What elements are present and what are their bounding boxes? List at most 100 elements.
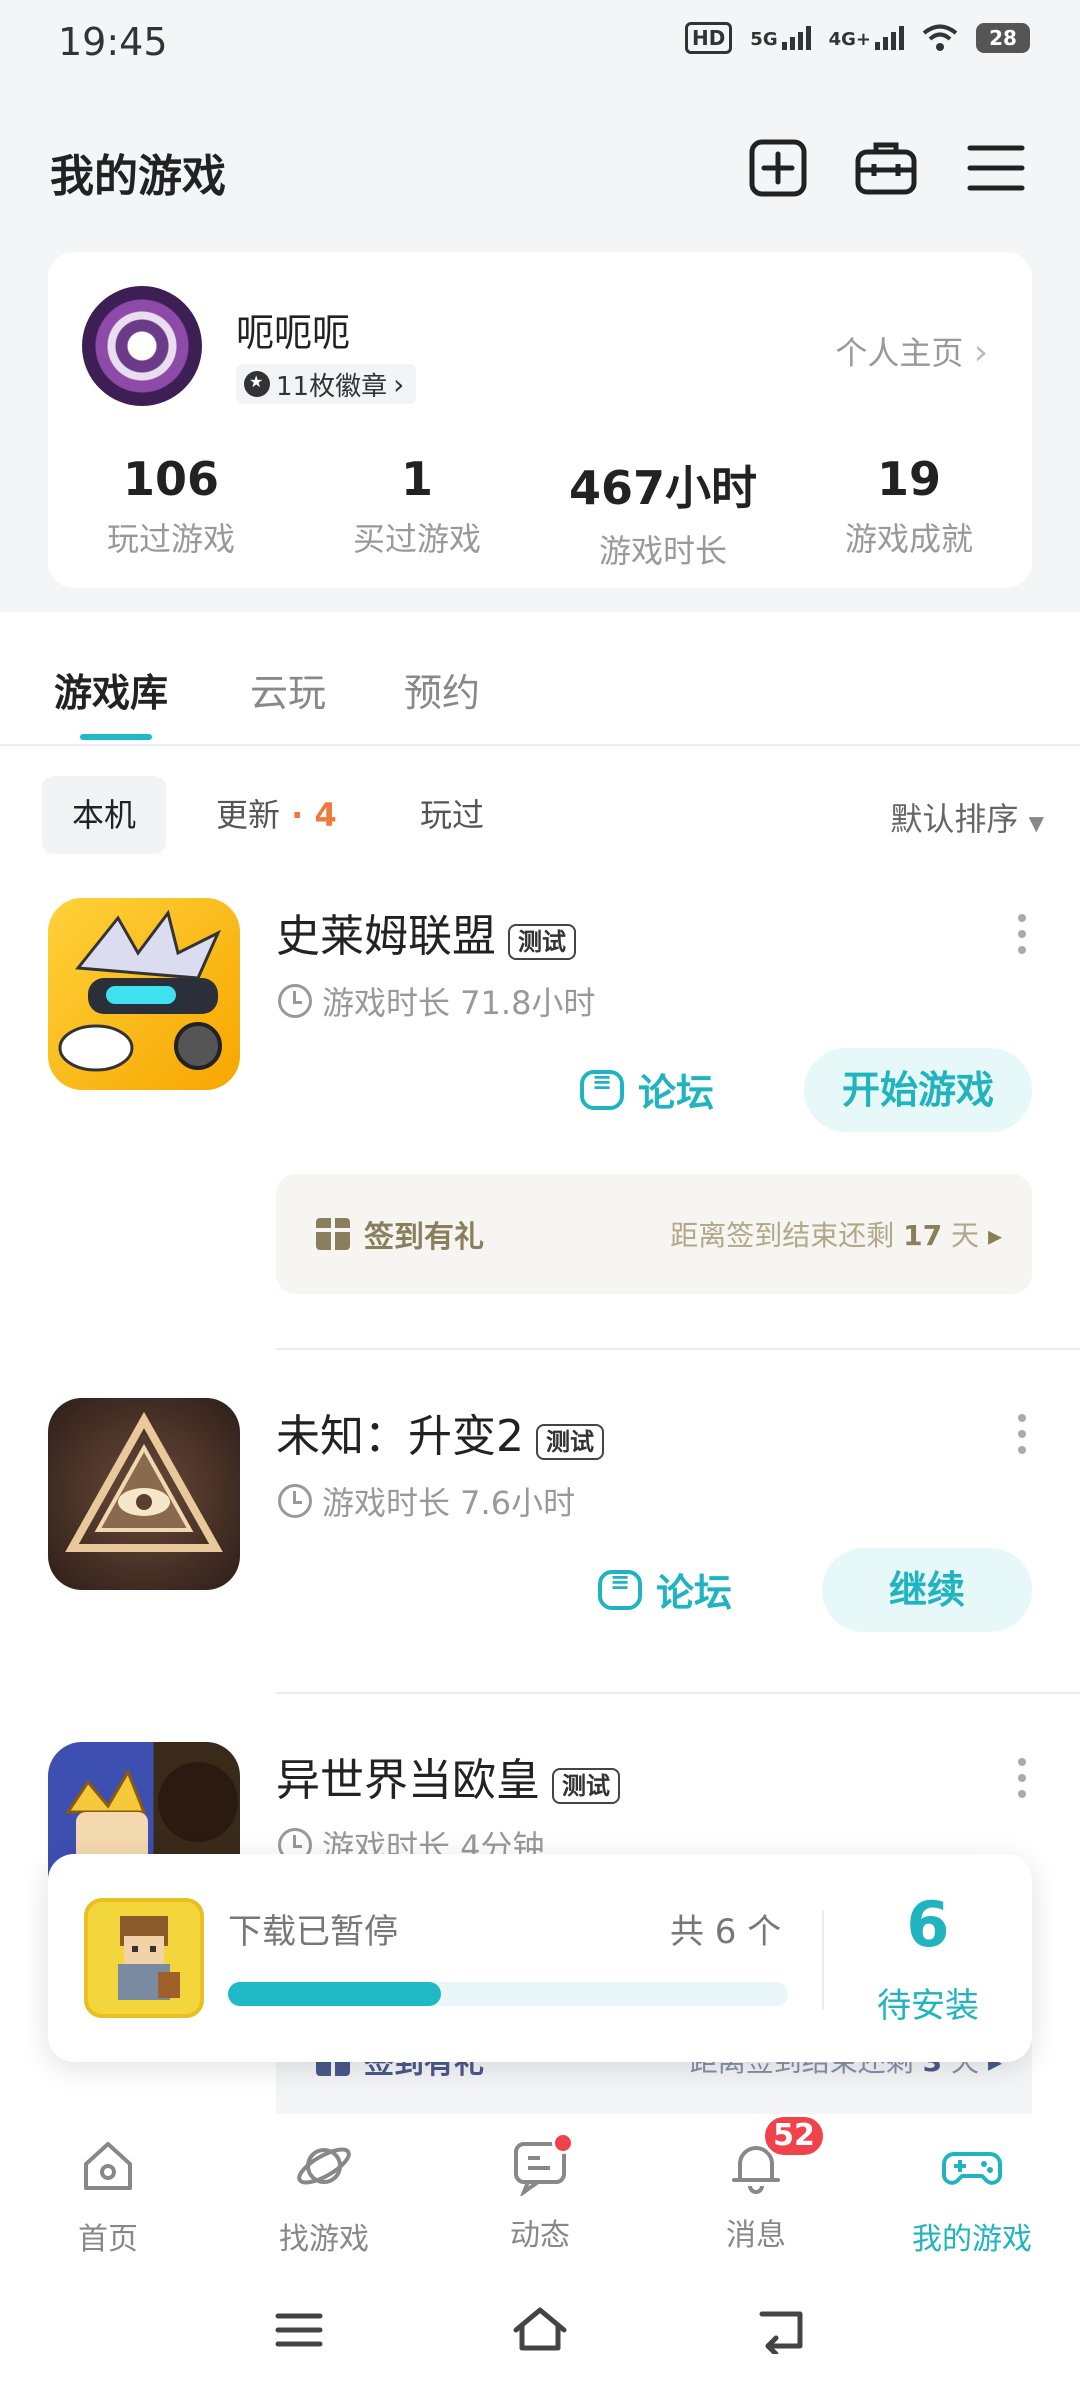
stat-played[interactable]: 106 玩过游戏 [48,452,294,560]
game-name: 异世界当欧皇 [276,1755,540,1806]
game-icon-unknown-2[interactable] [48,1398,240,1590]
divider [276,1348,1080,1350]
playtime-text: 游戏时长 71.8小时 [322,984,596,1022]
more-options-icon[interactable] [1017,1758,1027,1798]
hd-icon: HD [684,22,733,54]
nav-label: 首页 [78,2222,138,2257]
add-square-icon[interactable] [746,136,810,200]
pending-install-label[interactable]: 待安装 [828,1978,1028,2027]
stat-label: 游戏成就 [844,520,973,558]
recent-apps-icon[interactable] [274,2310,324,2350]
start-game-button[interactable]: 开始游戏 [804,1048,1032,1132]
medal-icon [244,371,270,397]
download-progress-track [228,1982,788,2006]
nav-messages[interactable]: 52 消息 [648,2114,864,2254]
game-title[interactable]: 未知：升变2 测试 [276,1400,604,1464]
avatar[interactable] [82,286,202,406]
username: 呃呃呃 [236,311,351,355]
main-tabs: 游戏库 云玩 预约 [0,612,1080,746]
clock-icon [278,984,312,1018]
stat-bought[interactable]: 1 买过游戏 [294,452,540,560]
test-tag: 测试 [536,1423,604,1460]
tab-game-library[interactable]: 游戏库 [54,662,168,717]
triangle-right-icon: ▸ [987,1219,1002,1252]
forum-label: 论坛 [638,1071,715,1115]
homepage-link[interactable]: 个人主页 › [835,328,988,374]
gift-icon [316,1218,350,1250]
game-icon-slime-league[interactable] [48,898,240,1090]
battery-icon: 28 [976,23,1030,53]
test-tag: 测试 [508,923,576,960]
gift-countdown: 距离签到结束还剩 17 天 ▸ [670,1214,1002,1254]
nav-my-games[interactable]: 我的游戏 [864,2136,1080,2258]
continue-button[interactable]: 继续 [822,1548,1032,1632]
tab-indicator [80,734,152,740]
home-nav-icon[interactable] [510,2304,570,2354]
game-art [58,909,222,1072]
wifi-icon [922,24,958,51]
badges-chip[interactable]: 11枚徽章 › [236,364,417,404]
game-title[interactable]: 史莱姆联盟 测试 [276,900,576,964]
download-progress-fill [228,1982,441,2006]
download-count: 共 6 个 [670,1912,782,1952]
tab-cloud-play[interactable]: 云玩 [250,662,326,717]
forum-icon [598,1568,642,1610]
checkin-gift-bar[interactable]: 签到有礼 距离签到结束还剩 17 天 ▸ [276,1174,1032,1294]
nav-activity[interactable]: 动态 [432,2132,648,2254]
stat-label: 买过游戏 [352,520,481,558]
nav-label: 消息 [726,2218,786,2253]
stat-label: 玩过游戏 [106,520,235,558]
stat-value: 1 [400,452,433,506]
forum-label: 论坛 [656,1571,733,1615]
network-5g-icon: 5G [750,26,811,50]
chevron-right-icon: › [393,367,405,401]
sort-label: 默认排序 [890,800,1019,838]
tab-reservations[interactable]: 预约 [404,662,480,717]
more-options-icon[interactable] [1017,914,1027,954]
caret-down-icon: ▼ [1028,811,1044,835]
stat-playtime[interactable]: 467小时 游戏时长 [540,452,786,572]
filter-updates[interactable]: 更新 · 4 [186,776,367,854]
stat-value: 106 [122,452,220,506]
chevron-right-icon: › [973,332,988,373]
dot-separator: · [280,796,315,834]
countdown-prefix: 距离签到结束还剩 [670,1219,895,1252]
stat-achievements[interactable]: 19 游戏成就 [786,452,1032,560]
nav-label: 我的游戏 [912,2222,1032,2257]
game-title[interactable]: 异世界当欧皇 测试 [276,1744,620,1808]
filter-local[interactable]: 本机 [42,776,167,854]
download-card[interactable]: 下载已暂停 共 6 个 6 待安装 [48,1854,1032,2062]
stat-label: 游戏时长 [598,532,727,570]
forum-button[interactable]: 论坛 [580,1062,714,1117]
gift-label: 签到有礼 [364,1220,484,1255]
updates-count: 4 [314,796,337,834]
nav-find-games[interactable]: 找游戏 [216,2136,432,2258]
sort-dropdown[interactable]: 默认排序 ▼ [890,794,1044,840]
homepage-link-label: 个人主页 [835,334,964,372]
status-bar: 19:45 HD 5G 4G+ 28 [0,0,1080,84]
divider [276,1692,1080,1694]
toolbox-icon[interactable] [854,136,918,200]
playtime: 游戏时长 7.6小时 [278,1478,575,1524]
back-icon[interactable] [754,2306,806,2354]
notification-dot [552,2132,574,2154]
game-name: 未知：升变2 [276,1411,524,1462]
playtime: 游戏时长 71.8小时 [278,978,595,1024]
game-item: 未知：升变2 测试 游戏时长 7.6小时 论坛 继续 [0,1398,1080,1678]
status-time: 19:45 [58,20,168,64]
forum-icon [580,1068,624,1110]
nav-home[interactable]: 首页 [0,2136,216,2258]
menu-icon[interactable] [964,136,1028,200]
playtime-text: 游戏时长 7.6小时 [322,1484,576,1522]
system-nav-bar [0,2264,1080,2400]
stat-value: 467小时 [568,461,758,515]
more-options-icon[interactable] [1017,1414,1027,1454]
countdown-days: 17 [903,1219,943,1252]
divider [822,1910,824,2010]
game-art [65,1411,223,1552]
forum-button[interactable]: 论坛 [598,1562,732,1617]
bell-icon: 52 [726,2114,826,2196]
pending-install-count[interactable]: 6 [828,1888,1028,1961]
filter-played[interactable]: 玩过 [390,776,514,854]
stat-value: 19 [876,452,941,506]
